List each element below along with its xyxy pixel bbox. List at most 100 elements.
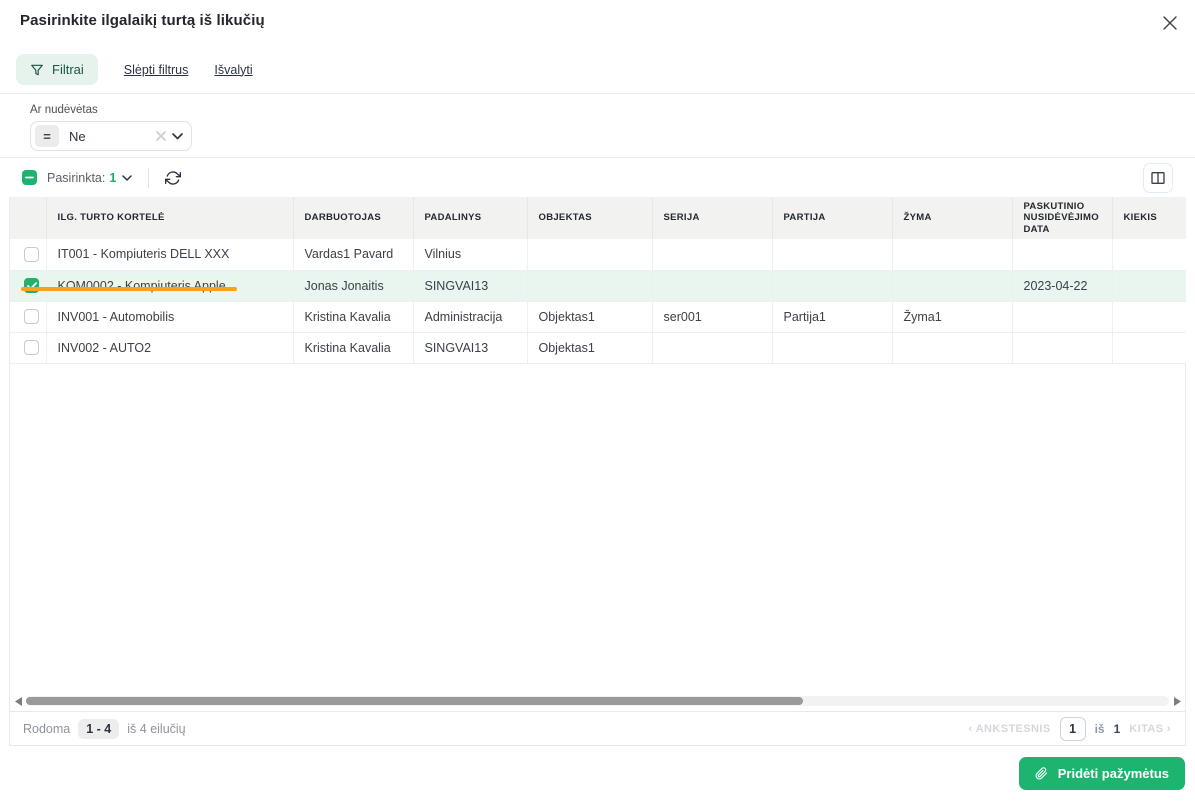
showing-label: Rodoma	[23, 721, 71, 736]
cell-department: SINGVAI13	[413, 332, 528, 364]
cell-last-depreciation-date	[1012, 332, 1113, 364]
cell-series	[652, 270, 773, 302]
filter-field-label: Ar nudėvėtas	[30, 104, 98, 116]
cell-batch: Partija1	[772, 301, 893, 333]
cell-object: Objektas1	[527, 301, 653, 333]
modal-title: Pasirinkite ilgalaikį turtą iš likučių	[20, 12, 265, 29]
column-settings-button[interactable]	[1143, 162, 1173, 193]
column-header[interactable]: PARTIJA	[772, 197, 893, 240]
table-header-row: ILG. TURTO KORTELĖ DARBUOTOJAS PADALINYS…	[10, 197, 1186, 240]
cell-series: ser001	[652, 301, 773, 333]
horizontal-scrollbar	[10, 693, 1185, 709]
action-bar: Pridėti pažymėtus	[0, 746, 1195, 801]
filter-clear-icon[interactable]	[156, 131, 166, 141]
rows-range-badge: 1 - 4	[78, 718, 120, 739]
table-footer: Rodoma 1 - 4 iš 4 eilučių ‹ ANKSTESNIS i…	[10, 711, 1185, 745]
column-header[interactable]: ILG. TURTO KORTELĖ	[46, 197, 294, 240]
cell-quantity	[1112, 270, 1186, 302]
cell-department: SINGVAI13	[413, 270, 528, 302]
cell-department: Administracija	[413, 301, 528, 333]
cell-quantity	[1112, 332, 1186, 364]
column-header[interactable]: KIEKIS	[1112, 197, 1186, 240]
cell-object	[527, 270, 653, 302]
filters-button[interactable]: Filtrai	[16, 54, 98, 85]
cell-quantity	[1112, 301, 1186, 333]
filter-funnel-icon	[30, 63, 44, 77]
row-checkbox[interactable]	[24, 246, 39, 262]
filters-button-label: Filtrai	[52, 62, 84, 77]
filter-toolbar: Filtrai Slėpti filtrus Išvalyti	[0, 46, 1195, 94]
table-row[interactable]: INV001 - Automobilis Kristina Kavalia Ad…	[10, 301, 1186, 333]
next-page-button[interactable]: KITAS ›	[1129, 723, 1171, 735]
cell-batch	[772, 270, 893, 302]
assets-table-container: ILG. TURTO KORTELĖ DARBUOTOJAS PADALINYS…	[9, 197, 1186, 746]
cell-last-depreciation-date	[1012, 301, 1113, 333]
filter-panel: Ar nudėvėtas = Ne	[0, 94, 1195, 158]
column-header[interactable]: SERIJA	[652, 197, 773, 240]
chevron-down-icon[interactable]	[172, 132, 183, 140]
add-selected-label: Pridėti pažymėtus	[1057, 766, 1169, 781]
cell-card: IT001 - Kompiuteris DELL XXX	[46, 239, 294, 271]
depreciated-filter-select[interactable]: = Ne	[30, 121, 192, 151]
page-of-label: iš	[1094, 721, 1105, 736]
hide-filters-link[interactable]: Slėpti filtrus	[124, 63, 189, 77]
table-empty-area	[10, 364, 1185, 693]
selected-count: 1	[109, 170, 117, 185]
cell-quantity	[1112, 239, 1186, 271]
selected-label: Pasirinkta:	[47, 170, 106, 185]
column-header[interactable]: DARBUOTOJAS	[293, 197, 414, 240]
cell-tag	[892, 270, 1013, 302]
pager: ‹ ANKSTESNIS iš 1 KITAS ›	[969, 716, 1171, 741]
clear-filters-link[interactable]: Išvalyti	[214, 63, 252, 77]
scrollbar-thumb[interactable]	[26, 697, 804, 705]
cell-last-depreciation-date	[1012, 239, 1113, 271]
cell-card: INV001 - Automobilis	[46, 301, 294, 333]
selected-row-indicator	[21, 287, 237, 291]
cell-batch	[772, 332, 893, 364]
scroll-right-icon[interactable]	[1171, 696, 1183, 706]
header-checkbox-cell	[10, 197, 47, 240]
scroll-left-icon[interactable]	[12, 696, 24, 706]
add-selected-button[interactable]: Pridėti pažymėtus	[1018, 757, 1185, 790]
select-all-checkbox[interactable]	[22, 170, 37, 185]
cell-series	[652, 239, 773, 271]
table-row[interactable]: IT001 - Kompiuteris DELL XXX Vardas1 Pav…	[10, 239, 1186, 271]
column-header[interactable]: OBJEKTAS	[527, 197, 653, 240]
table-row-selected[interactable]: KOM0002 - Kompiuteris Apple Jonas Jonait…	[10, 270, 1186, 302]
selection-bar: Pasirinkta: 1	[0, 158, 1195, 197]
cell-tag	[892, 332, 1013, 364]
table-row[interactable]: INV002 - AUTO2 Kristina Kavalia SINGVAI1…	[10, 332, 1186, 364]
cell-object: Objektas1	[527, 332, 653, 364]
column-header[interactable]: PASKUTINIO NUSIDĖVĖJIMO DATA	[1012, 197, 1113, 240]
divider	[148, 167, 150, 188]
filter-value: Ne	[69, 128, 86, 144]
cell-tag	[892, 239, 1013, 271]
cell-object	[527, 239, 653, 271]
cell-tag: Žyma1	[892, 301, 1013, 333]
cell-series	[652, 332, 773, 364]
row-checkbox[interactable]	[24, 340, 39, 356]
column-header[interactable]: PADALINYS	[413, 197, 528, 240]
scrollbar-track[interactable]	[26, 696, 1169, 706]
cell-employee: Jonas Jonaitis	[293, 270, 414, 302]
select-asset-modal: Pasirinkite ilgalaikį turtą iš likučių F…	[0, 0, 1195, 801]
column-header[interactable]: ŽYMA	[892, 197, 1013, 240]
cell-employee: Kristina Kavalia	[293, 332, 414, 364]
cell-employee: Kristina Kavalia	[293, 301, 414, 333]
row-checkbox[interactable]	[24, 309, 39, 325]
cell-department: Vilnius	[413, 239, 528, 271]
refresh-icon[interactable]	[165, 170, 182, 186]
attach-icon	[1035, 767, 1048, 780]
cell-employee: Vardas1 Pavard	[293, 239, 414, 271]
assets-table: ILG. TURTO KORTELĖ DARBUOTOJAS PADALINYS…	[10, 197, 1186, 364]
previous-page-button[interactable]: ‹ ANKSTESNIS	[969, 723, 1051, 735]
cell-card: INV002 - AUTO2	[46, 332, 294, 364]
page-number-input[interactable]	[1059, 716, 1086, 741]
cell-last-depreciation-date: 2023-04-22	[1012, 270, 1113, 302]
selection-chevron-down-icon[interactable]	[122, 174, 133, 181]
cell-card: KOM0002 - Kompiuteris Apple	[46, 270, 294, 302]
filter-operator-badge[interactable]: =	[35, 125, 59, 147]
close-icon[interactable]	[1159, 12, 1181, 34]
modal-header: Pasirinkite ilgalaikį turtą iš likučių	[0, 0, 1195, 46]
cell-batch	[772, 239, 893, 271]
